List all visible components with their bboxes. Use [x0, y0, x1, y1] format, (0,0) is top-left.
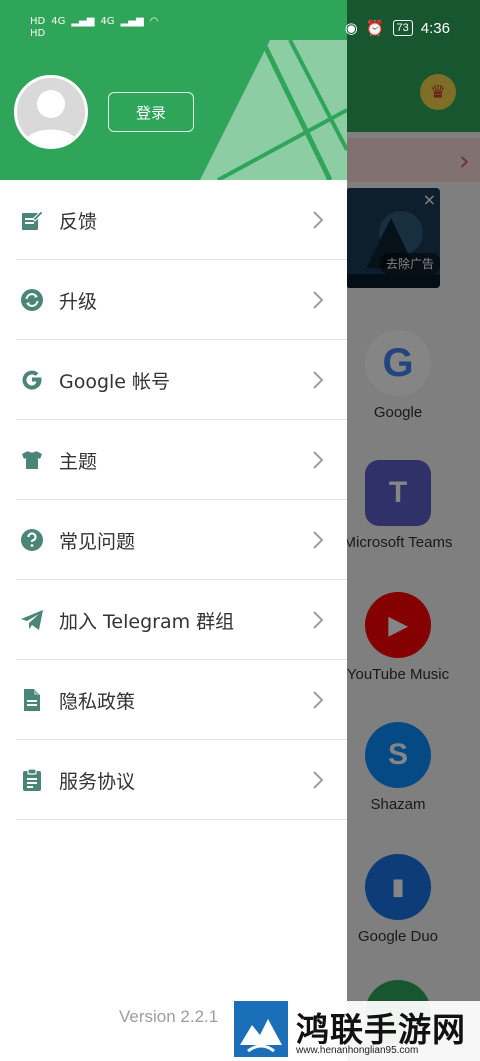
- chevron-right-icon: [313, 771, 324, 789]
- menu-label: 升级: [59, 291, 98, 313]
- drawer-menu: 反馈 升级 Google 帐号 主题 常见问题 加入 Telegram 群组 隐…: [0, 180, 347, 820]
- menu-item-feedback[interactable]: 反馈: [0, 180, 347, 260]
- chevron-right-icon: [313, 211, 324, 229]
- clipboard-icon: [23, 768, 41, 791]
- menu-item-faq[interactable]: 常见问题: [0, 500, 347, 580]
- alarm-icon: ⏰: [365, 20, 385, 37]
- document-icon: [24, 689, 40, 711]
- login-button[interactable]: 登录: [108, 92, 194, 132]
- watermark-url: www.henanhonglian95.com: [296, 1045, 419, 1056]
- menu-item-terms-of-service[interactable]: 服务协议: [0, 740, 347, 820]
- wifi-icon: ◠: [149, 16, 159, 27]
- menu-item-theme[interactable]: 主题: [0, 420, 347, 500]
- menu-label: 隐私政策: [59, 691, 136, 713]
- menu-label: 主题: [59, 451, 98, 473]
- network-4g-label-2: 4G: [100, 16, 115, 27]
- signal-indicators: HD 4G ▂▄▆ 4G ▂▄▆ ◠ HD: [30, 16, 164, 40]
- eye-icon: ◉: [344, 20, 358, 37]
- user-avatar-icon: [17, 78, 85, 146]
- menu-item-google-account[interactable]: Google 帐号: [0, 340, 347, 420]
- battery-icon: 73: [392, 20, 413, 36]
- refresh-icon: [21, 289, 43, 311]
- menu-label: 反馈: [59, 211, 98, 233]
- clock-time: 4:36: [420, 19, 450, 37]
- site-watermark: 鸿联手游网 www.henanhonglian95.com: [234, 1001, 480, 1061]
- signal-bars-icon-2: ▂▄▆: [120, 16, 144, 27]
- hd-label-2: HD: [30, 28, 46, 39]
- menu-item-privacy-policy[interactable]: 隐私政策: [0, 660, 347, 740]
- telegram-plane-icon: [21, 610, 43, 630]
- chevron-right-icon: [313, 371, 324, 389]
- feedback-edit-icon: [22, 210, 44, 230]
- menu-label: 加入 Telegram 群组: [59, 611, 235, 633]
- chevron-right-icon: [313, 611, 324, 629]
- version-label: Version 2.2.1: [119, 1007, 219, 1026]
- menu-item-upgrade[interactable]: 升级: [0, 260, 347, 340]
- menu-label: Google 帐号: [59, 371, 171, 393]
- hd-label: HD: [30, 16, 46, 27]
- tshirt-icon: [22, 451, 42, 469]
- question-icon: [21, 529, 43, 551]
- menu-item-telegram-group[interactable]: 加入 Telegram 群组: [0, 580, 347, 660]
- navigation-drawer: 登录 反馈 升级 Google 帐号 主题 常见问题 加入 Telegram 群…: [0, 0, 347, 1061]
- signal-bars-icon: ▂▄▆: [71, 16, 95, 27]
- chevron-right-icon: [313, 291, 324, 309]
- network-4g-label: 4G: [51, 16, 66, 27]
- google-g-icon: [22, 370, 42, 390]
- chevron-right-icon: [313, 531, 324, 549]
- watermark-logo-icon: [234, 1001, 288, 1057]
- status-bar: HD 4G ▂▄▆ 4G ▂▄▆ ◠ HD ◉ ⏰ 73 4:36: [0, 0, 480, 56]
- status-right: ◉ ⏰ 73 4:36: [344, 19, 450, 38]
- chevron-right-icon: [313, 691, 324, 709]
- watermark-title: 鸿联手游网: [296, 1010, 466, 1049]
- menu-label: 常见问题: [59, 531, 136, 553]
- avatar[interactable]: [14, 75, 88, 149]
- menu-label: 服务协议: [59, 771, 136, 793]
- chevron-right-icon: [313, 451, 324, 469]
